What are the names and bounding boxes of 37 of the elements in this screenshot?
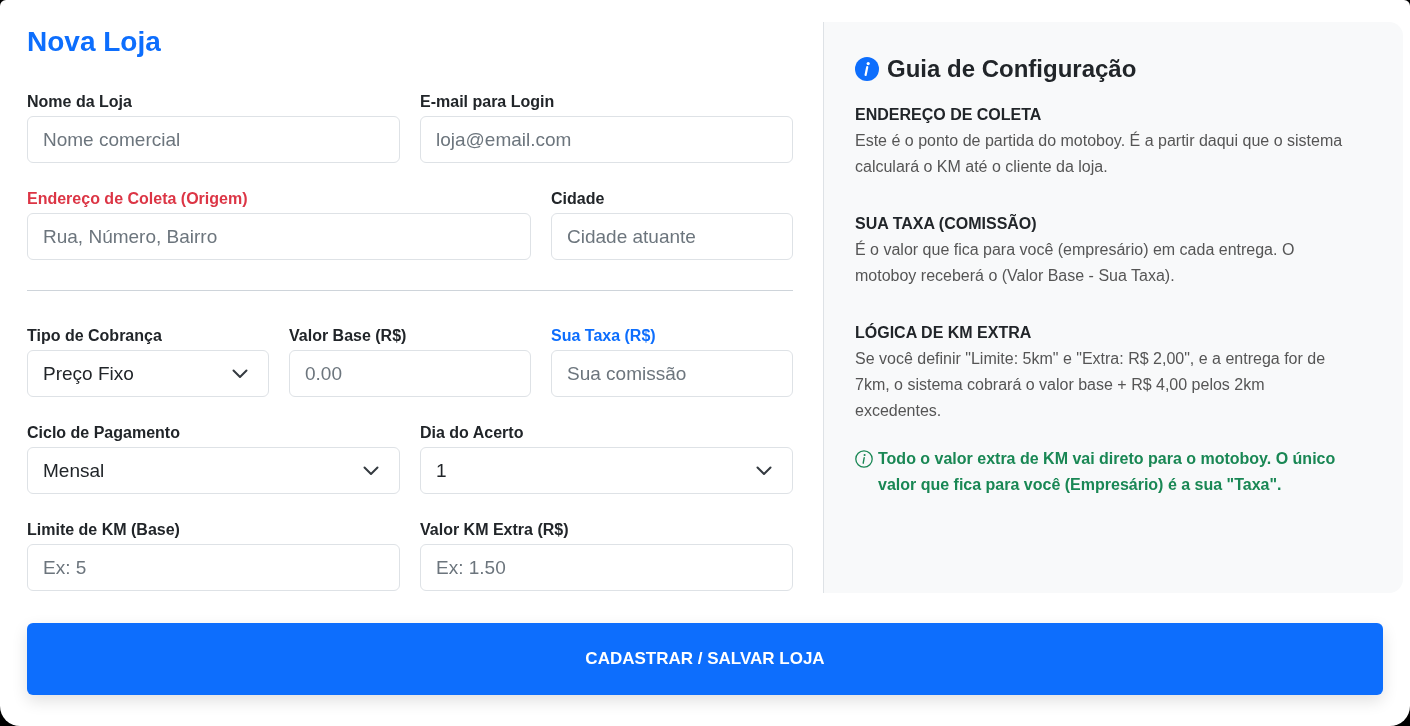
- field-label: Endereço de Coleta (Origem): [27, 189, 248, 209]
- chevron-down-icon: [363, 465, 379, 476]
- field-label: Cidade: [551, 189, 605, 209]
- page-title: Nova Loja: [27, 25, 161, 59]
- input-field[interactable]: Rua, Número, Bairro: [27, 213, 531, 260]
- field-label: Tipo de Cobrança: [27, 326, 162, 346]
- section-heading: ENDEREÇO DE COLETA: [855, 105, 1042, 125]
- section-text: Se você definir "Limite: 5km" e "Extra: R$ 2,00", e a entrega for de 7km, o sistema cobrará o valor base + R$ 4,00 pelos 2km excedentes.: [855, 349, 1327, 421]
- section-text: É o valor que fica para você (empresário) em cada entrega. O motoboy receberá o (Valor Base - Sua Taxa).: [855, 239, 1296, 286]
- chevron-down-icon: [232, 368, 248, 379]
- field-label: Limite de KM (Base): [27, 520, 180, 540]
- note-text: Todo o valor extra de KM vai direto para o motoboy. O único valor que fica para você (Empresário) é a sua "Taxa".: [878, 449, 1337, 495]
- field-label: Sua Taxa (R$): [551, 326, 656, 346]
- section-heading: LÓGICA DE KM EXTRA: [855, 322, 1032, 343]
- field-label: Nome da Loja: [27, 92, 132, 112]
- field-label: E-mail para Login: [420, 92, 555, 112]
- input-field[interactable]: Ex: 1.50: [420, 544, 793, 591]
- field-label: Valor KM Extra (R$): [420, 520, 569, 540]
- chevron-down-icon: [756, 465, 772, 476]
- dropdown[interactable]: Preço Fixo: [27, 350, 269, 397]
- field-label: Ciclo de Pagamento: [27, 423, 180, 443]
- section-heading: SUA TAXA (COMISSÃO): [855, 213, 1037, 234]
- submit-button[interactable]: CADASTRAR / SALVAR LOJA: [27, 623, 1383, 695]
- input-field[interactable]: Cidade atuante: [551, 213, 793, 260]
- input-field[interactable]: 0.00: [289, 350, 531, 397]
- info-icon: [855, 450, 873, 468]
- input-field[interactable]: Nome comercial: [27, 116, 400, 163]
- panel-title: Guia de Configuração: [887, 54, 1137, 84]
- section-text: Este é o ponto de partida do motoboy. É a partir daqui que o sistema calculará o KM até o cliente da loja.: [855, 130, 1344, 177]
- dropdown[interactable]: Mensal: [27, 447, 400, 494]
- info-icon: [855, 57, 879, 81]
- dropdown[interactable]: 1: [420, 447, 793, 494]
- input-field[interactable]: Sua comissão: [551, 350, 793, 397]
- input-field[interactable]: Ex: 5: [27, 544, 400, 591]
- field-label: Dia do Acerto: [420, 423, 524, 443]
- input-field[interactable]: loja@email.com: [420, 116, 793, 163]
- field-label: Valor Base (R$): [289, 326, 407, 346]
